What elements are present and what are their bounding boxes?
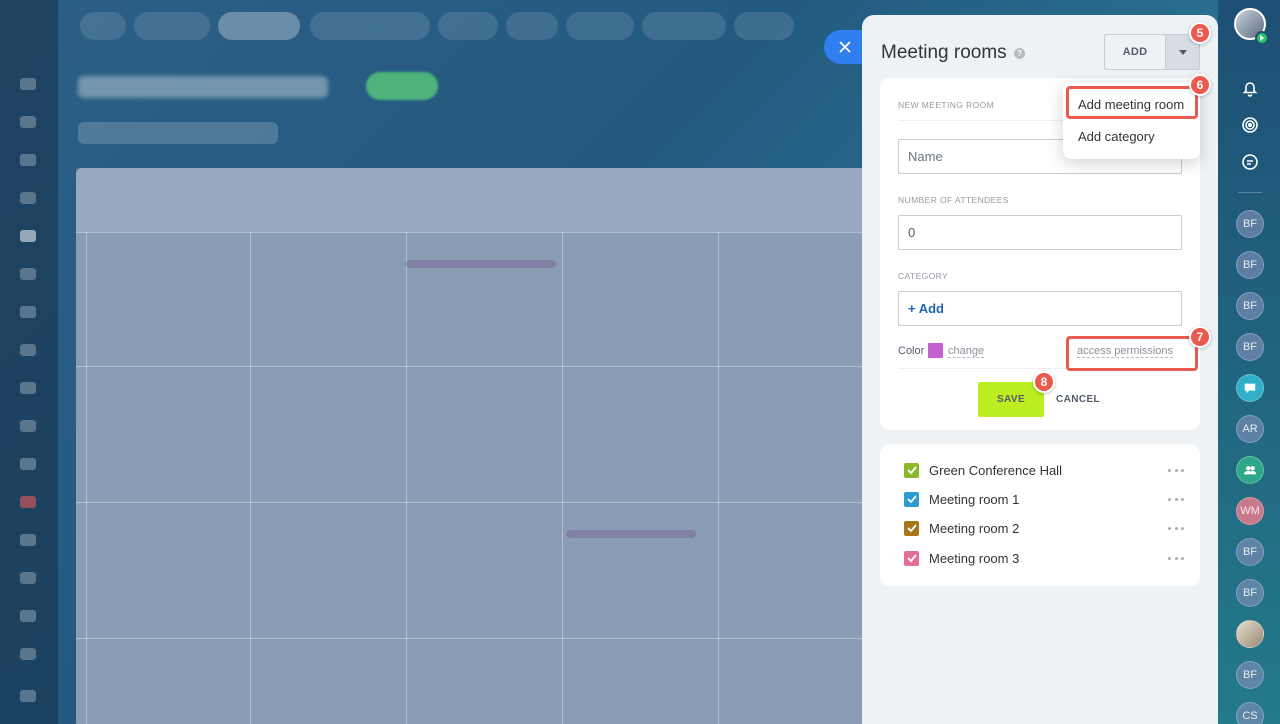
contact-avatar[interactable]: AR: [1236, 415, 1264, 443]
menu-item-add-category[interactable]: Add category: [1078, 129, 1155, 144]
background-page-title: [78, 76, 328, 98]
room-name: Meeting room 1: [929, 491, 1020, 507]
highlight-access-permissions: [1066, 336, 1198, 371]
page-title: Meeting rooms: [881, 42, 1007, 63]
list-item[interactable]: Green Conference Hall: [904, 460, 1184, 480]
more-icon[interactable]: [1168, 497, 1184, 501]
close-slider-button[interactable]: [824, 30, 866, 64]
section-label-new-room: NEW MEETING ROOM: [898, 100, 995, 110]
more-icon[interactable]: [1168, 556, 1184, 560]
bell-icon[interactable]: [1236, 74, 1264, 102]
contact-avatar[interactable]: BF: [1236, 333, 1264, 361]
contact-avatar[interactable]: WM: [1236, 497, 1264, 525]
contact-avatar[interactable]: BF: [1236, 292, 1264, 320]
group-icon[interactable]: [1236, 456, 1264, 484]
highlight-add-meeting-room: [1066, 86, 1198, 119]
help-icon[interactable]: ?: [1014, 48, 1025, 59]
step-badge: 8: [1033, 371, 1055, 393]
contact-photo-avatar[interactable]: [1236, 620, 1264, 648]
more-icon[interactable]: [1168, 526, 1184, 530]
list-item[interactable]: Meeting room 1: [904, 489, 1184, 509]
color-label: Color: [898, 345, 925, 357]
contact-avatar[interactable]: BF: [1236, 661, 1264, 689]
contact-avatar[interactable]: BF: [1236, 579, 1264, 607]
left-sidebar: [0, 0, 58, 724]
step-badge: 6: [1189, 74, 1211, 96]
step-badge: 5: [1189, 22, 1211, 44]
room-name: Meeting room 3: [929, 550, 1020, 566]
checkbox-icon[interactable]: [904, 550, 919, 566]
right-sidebar-bg: [1218, 0, 1280, 724]
contact-avatar[interactable]: BF: [1236, 251, 1264, 279]
cancel-button[interactable]: CANCEL: [1050, 382, 1106, 417]
background-badge: [366, 72, 438, 100]
more-icon[interactable]: [1168, 468, 1184, 472]
step-badge: 7: [1189, 326, 1211, 348]
chevron-down-icon: [1178, 49, 1187, 55]
sidebar-divider: [1238, 192, 1262, 193]
contact-avatar[interactable]: BF: [1236, 210, 1264, 238]
contact-avatar[interactable]: CS: [1236, 702, 1264, 724]
add-button[interactable]: ADD: [1104, 34, 1165, 70]
checkbox-icon[interactable]: [904, 462, 919, 478]
pulse-icon[interactable]: [1236, 111, 1264, 139]
chat-icon[interactable]: [1236, 148, 1264, 176]
top-navigation: [70, 12, 810, 40]
background-calendar: [76, 168, 876, 724]
color-swatch[interactable]: [928, 343, 943, 358]
section-label-category: CATEGORY: [898, 271, 949, 281]
add-category-field[interactable]: + Add: [898, 291, 1182, 326]
close-icon: [839, 41, 851, 53]
contact-avatar[interactable]: BF: [1236, 538, 1264, 566]
attendees-input[interactable]: 0: [898, 215, 1182, 250]
checkbox-icon[interactable]: [904, 520, 919, 536]
rooms-list: Green Conference Hall Meeting room 1 Mee…: [880, 444, 1200, 586]
online-status-icon: [1255, 31, 1269, 45]
section-label-attendees: NUMBER OF ATTENDEES: [898, 195, 1009, 205]
list-item[interactable]: Meeting room 2: [904, 518, 1184, 538]
room-name: Meeting room 2: [929, 520, 1020, 536]
group-chat-icon[interactable]: [1236, 374, 1264, 402]
room-name: Green Conference Hall: [929, 462, 1062, 478]
checkbox-icon[interactable]: [904, 491, 919, 507]
background-tabs: [78, 122, 278, 144]
change-color-link[interactable]: change: [948, 345, 985, 358]
list-item[interactable]: Meeting room 3: [904, 548, 1184, 568]
